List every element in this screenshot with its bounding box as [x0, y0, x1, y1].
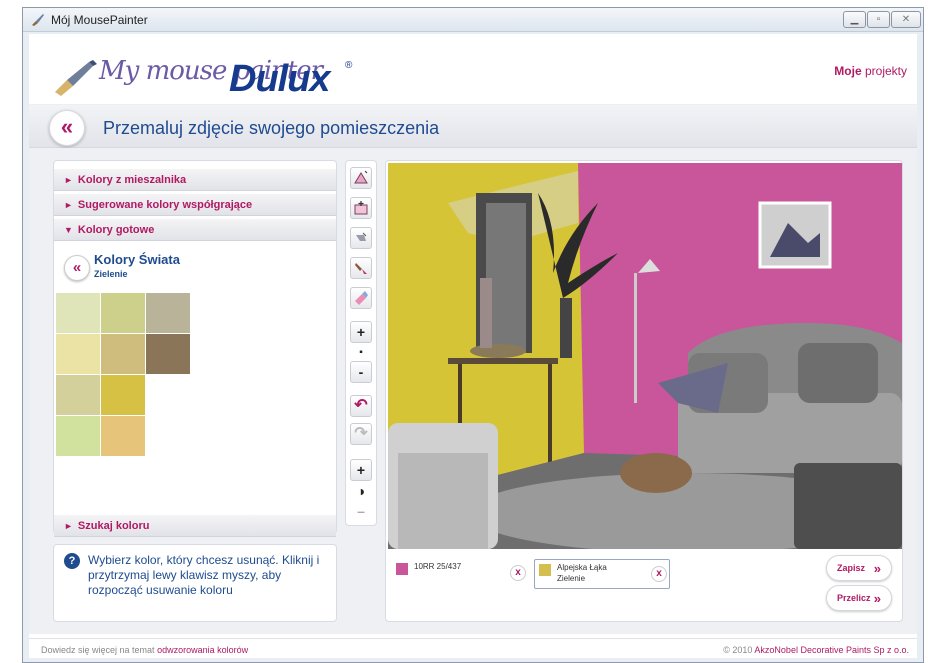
expanded-arrow-icon: ▼ [64, 225, 73, 235]
color-swatch[interactable] [56, 293, 100, 333]
color-swatch [396, 563, 408, 575]
page-title: Przemaluj zdjęcie swojego pomieszczenia [103, 118, 440, 138]
section-search-color[interactable]: ► Szukaj koloru [54, 515, 336, 537]
section-label: Sugerowane kolory współgrające [77, 199, 253, 211]
footer-left: Dowiedz się więcej na temat odwzorowania… [41, 645, 248, 655]
section-label: Kolory gotowe [77, 224, 155, 236]
my-projects-rest: projekty [861, 64, 907, 78]
window-title: Mój MousePainter [51, 13, 148, 27]
color-swatch[interactable] [146, 293, 190, 333]
collapsed-arrow-icon: ► [64, 521, 73, 531]
section-label: Szukaj koloru [77, 520, 150, 532]
my-projects-link[interactable]: Moje projekty [834, 64, 907, 78]
add-area-tool-icon[interactable] [350, 197, 372, 219]
pencil-tool-icon[interactable] [350, 227, 372, 249]
used-color-2[interactable]: Alpejska Łąka Zielenie x [534, 559, 670, 589]
close-button[interactable]: ✕ [891, 11, 921, 28]
brush-tool-icon[interactable] [350, 257, 372, 279]
app-client: My mouse painter Dulux ® Moje projekty «… [29, 34, 917, 658]
palette-name: Kolory Świata [94, 252, 180, 267]
palette-back-button[interactable]: « [64, 255, 90, 281]
fill-area-tool-icon[interactable] [350, 167, 372, 189]
remove-color-button[interactable]: x [510, 565, 526, 581]
collapsed-arrow-icon: ► [64, 200, 73, 210]
recalculate-label: Przelicz [837, 593, 871, 603]
used-color-1[interactable]: 10RR 25/437 x [392, 559, 528, 589]
color-swatch[interactable] [101, 334, 145, 374]
footer-left-text: Dowiedz się więcej na temat [41, 645, 158, 655]
help-box: ? Wybierz kolor, który chcesz usunąć. Kl… [53, 544, 337, 622]
maximize-button[interactable]: ▫ [867, 11, 890, 28]
recalculate-button[interactable]: Przelicz» [826, 585, 892, 611]
palette-subname: Zielenie [94, 269, 128, 279]
color-swatch[interactable] [56, 416, 100, 456]
color-swatch [539, 564, 551, 576]
section-suggested-colors[interactable]: ► Sugerowane kolory współgrające [54, 194, 336, 216]
room-photo[interactable] [388, 163, 902, 549]
help-text: Wybierz kolor, który chcesz usunąć. Klik… [88, 553, 320, 597]
color-name: Alpejska Łąka [557, 563, 607, 572]
dulux-logo[interactable]: My mouse painter Dulux ® [53, 52, 373, 102]
footer-right: © 2010 AkzoNobel Decorative Paints Sp z … [723, 645, 909, 655]
akzonobel-link[interactable]: AkzoNobel Decorative Paints Sp z o.o. [754, 645, 909, 655]
color-swatch[interactable] [56, 375, 100, 415]
app-window: Mój MousePainter ▁ ▫ ✕ My mouse painter … [22, 7, 924, 663]
color-swatch[interactable] [101, 416, 145, 456]
size-minus-button[interactable]: - [350, 361, 372, 383]
double-arrow-icon: » [873, 561, 881, 576]
copyright-text: © 2010 [723, 645, 755, 655]
logo-brush-icon [55, 60, 97, 96]
section-ready-colors[interactable]: ▼ Kolory gotowe [54, 219, 336, 241]
logo-registered: ® [345, 60, 353, 71]
back-button[interactable]: « [49, 110, 85, 146]
color-swatch[interactable] [146, 334, 190, 374]
title-bar[interactable]: Mój MousePainter ▁ ▫ ✕ [23, 8, 923, 32]
color-name: 10RR 25/437 [414, 562, 462, 571]
contrast-icon: ◑ [356, 483, 366, 499]
save-button[interactable]: Zapisz » [826, 555, 892, 581]
size-plus-button[interactable]: + [350, 321, 372, 343]
paint-toolbar: + ▪ - ↶ ↷ + ◑ – [345, 160, 377, 526]
logo-dulux-text: Dulux [229, 58, 331, 100]
redo-button[interactable]: ↷ [350, 423, 372, 445]
eraser-tool-icon[interactable] [350, 287, 372, 309]
contrast-plus-button[interactable]: + [350, 459, 372, 481]
minimize-button[interactable]: ▁ [843, 11, 866, 28]
used-colors-row: 10RR 25/437 x Alpejska Łąka Zielenie x Z… [386, 553, 902, 621]
save-label: Zapisz [837, 563, 866, 573]
image-panel: 10RR 25/437 x Alpejska Łąka Zielenie x Z… [385, 160, 903, 622]
color-swatch[interactable] [101, 293, 145, 333]
double-arrow-icon: » [873, 591, 881, 606]
color-sidebar: ► Kolory z mieszalnika ► Sugerowane kolory… [53, 160, 337, 537]
section-label: Kolory z mieszalnika [77, 174, 187, 186]
color-swatch[interactable] [56, 334, 100, 374]
contrast-minus-button[interactable]: – [350, 501, 372, 523]
footer: Dowiedz się więcej na temat odwzorowania… [29, 638, 917, 658]
app-brush-icon [32, 14, 44, 26]
my-projects-bold: Moje [834, 64, 862, 78]
question-icon: ? [64, 553, 80, 569]
color-swatch[interactable] [101, 375, 145, 415]
undo-button[interactable]: ↶ [350, 395, 372, 417]
color-mapping-link[interactable]: odwzorowania kolorów [157, 645, 248, 655]
remove-color-button[interactable]: x [651, 566, 667, 582]
section-mixer-colors[interactable]: ► Kolory z mieszalnika [54, 169, 336, 191]
color-family: Zielenie [557, 574, 586, 583]
collapsed-arrow-icon: ► [64, 175, 73, 185]
